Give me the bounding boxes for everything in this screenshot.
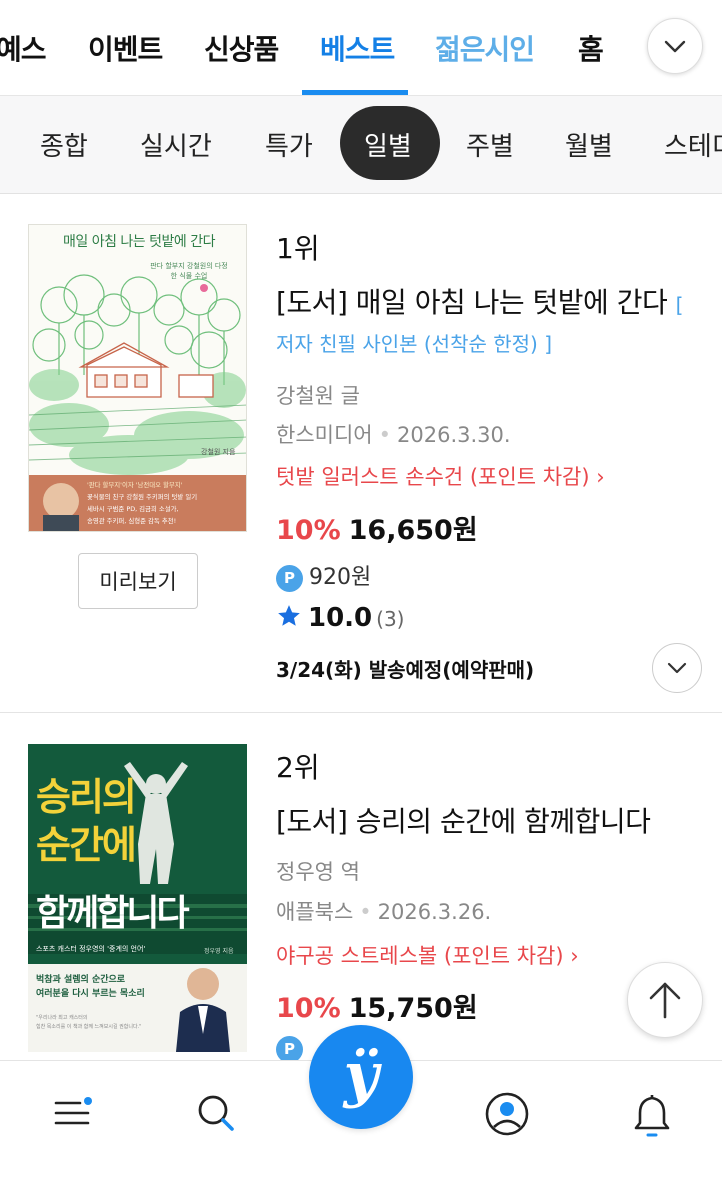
- book-cover-2[interactable]: 승리의 순간에 함께합니다 스포츠 캐스터 정우영의 '중계의 언어' 정우영 …: [28, 744, 247, 1052]
- top-tab-yes[interactable]: 예스: [0, 28, 47, 68]
- points-icon: P: [276, 1036, 303, 1060]
- book-cover-1[interactable]: 매일 아침 나는 텃밭에 간다 판다 할부지 강철원의 다정한 식물 수업 강철…: [28, 224, 247, 532]
- cover-band-line: 세바시 구범준 PD, 김금희 소설가,: [87, 505, 179, 513]
- book-subtitle: 저자 친필 사인본 (선착순 한정) ]: [276, 332, 552, 356]
- sub-tab-overall[interactable]: 종합: [40, 126, 88, 163]
- notification-button[interactable]: [630, 1091, 674, 1137]
- book-title-text[interactable]: [도서] 매일 아침 나는 텃밭에 간다: [276, 286, 668, 319]
- publisher[interactable]: 한스미디어: [276, 423, 373, 447]
- sale-price: 15,750원: [348, 993, 478, 1024]
- sale-price: 16,650원: [348, 515, 478, 546]
- price-row: 10% 16,650원: [276, 508, 478, 547]
- sub-tab-daily[interactable]: 일별: [364, 126, 412, 163]
- rating-score: 10.0: [308, 603, 373, 633]
- rating-count: (3): [376, 607, 405, 631]
- top-category-nav: 예스 이벤트 신상품 베스트 젊은시인 홈 도: [0, 0, 722, 96]
- top-tab-young-poet[interactable]: 젊은시인: [435, 28, 535, 68]
- points-row: P 920원: [276, 559, 371, 592]
- points-value: 920원: [309, 565, 372, 590]
- cover-tagline: 스포츠 캐스터 정우영의 '중계의 언어': [36, 945, 146, 953]
- cover-footnote-line: 힘찬 목소리를 이 책과 함께 느껴보시길 권합니다.": [36, 1024, 142, 1030]
- sub-tab-steady[interactable]: 스테디: [664, 126, 722, 163]
- preview-button[interactable]: 미리보기: [78, 553, 198, 609]
- book-title[interactable]: [도서] 매일 아침 나는 텃밭에 간다 [: [276, 281, 683, 321]
- user-icon: [485, 1092, 529, 1136]
- search-icon: [198, 1095, 234, 1131]
- cover-tagline: 판다 할부지 강철원의 다정한 식물 수업: [150, 262, 228, 280]
- cover-band-line: 꽃식물의 친구 강철원 주키퍼의 텃밭 일기: [87, 493, 198, 501]
- book-list-item: 매일 아침 나는 텃밭에 간다 판다 할부지 강철원의 다정한 식물 수업 강철…: [0, 195, 722, 713]
- sub-tab-monthly[interactable]: 월별: [565, 126, 613, 163]
- book-list-item: 승리의 순간에 함께합니다 스포츠 캐스터 정우영의 '중계의 언어' 정우영 …: [0, 714, 722, 1060]
- menu-icon: [54, 1097, 92, 1125]
- cover-band-line: '판다 할부지'이자 '남전대오 할부지': [87, 481, 183, 489]
- cover-title-line: 승리의: [36, 775, 137, 819]
- sub-tab-special[interactable]: 특가: [265, 126, 313, 163]
- subtitle-open-bracket: [: [675, 293, 684, 317]
- book-author[interactable]: 정우영 역: [276, 856, 360, 886]
- chevron-down-icon: [664, 40, 686, 53]
- chevron-down-icon: [667, 662, 687, 674]
- cover-band-text: '판다 할부지'이자 '남전대오 할부지' 꽃식물의 친구 강철원 주키퍼의 텃…: [87, 479, 245, 527]
- rating-row[interactable]: 10.0 (3): [276, 603, 405, 633]
- book-author[interactable]: 강철원 글: [276, 380, 360, 410]
- publisher[interactable]: 애플북스: [276, 900, 353, 924]
- home-logo-button[interactable]: ÿ: [309, 1025, 413, 1129]
- shipping-info: 3/24(화) 발송예정(예약판매): [276, 658, 535, 682]
- scroll-to-top-button[interactable]: [627, 962, 703, 1038]
- book-publisher-date: 한스미디어 • 2026.3.30.: [276, 423, 511, 447]
- period-sub-nav: 종합 실시간 특가 일별 주별 월별 스테디: [0, 96, 722, 194]
- menu-button[interactable]: [52, 1091, 96, 1135]
- gift-event-link[interactable]: 텃밭 일러스트 손수건 (포인트 차감) ›: [276, 461, 605, 491]
- top-tab-new[interactable]: 신상품: [204, 28, 279, 68]
- sub-tab-realtime[interactable]: 실시간: [140, 126, 212, 163]
- cover-title-line: 순간에: [36, 823, 137, 867]
- gift-event-link[interactable]: 야구공 스트레스볼 (포인트 차감) ›: [276, 940, 579, 970]
- publish-date: 2026.3.30.: [397, 423, 511, 447]
- discount-rate: 10%: [276, 993, 341, 1024]
- yes24-logo-icon: ÿ: [343, 1040, 379, 1110]
- discount-rate: 10%: [276, 515, 341, 546]
- active-tab-underline: [302, 90, 408, 95]
- price-row: 10% 15,750원: [276, 986, 478, 1025]
- book-title[interactable]: [도서] 승리의 순간에 함께합니다: [276, 800, 651, 840]
- cover-author: 정우영 지음: [204, 948, 234, 955]
- arrow-up-icon: [649, 982, 681, 1019]
- points-row-partial: P: [276, 1036, 309, 1060]
- rank-label: 2위: [276, 751, 320, 784]
- publish-date: 2026.3.26.: [377, 900, 492, 924]
- cover-quote-line: 벅참과 설렘의 순간으로: [36, 975, 126, 985]
- sub-tab-weekly[interactable]: 주별: [466, 126, 514, 163]
- rank-label: 1위: [276, 232, 320, 265]
- my-page-button[interactable]: [484, 1091, 529, 1136]
- bell-icon: [634, 1094, 670, 1137]
- top-tab-event[interactable]: 이벤트: [88, 28, 163, 68]
- cover-title: 매일 아침 나는 텃밭에 간다: [63, 234, 215, 250]
- cover-footnote-line: "우리나라 최고 캐스터의: [36, 1015, 88, 1021]
- book-publisher-date: 애플북스 • 2026.3.26.: [276, 900, 492, 924]
- search-button[interactable]: [194, 1091, 238, 1135]
- cover-title-line: 함께합니다: [36, 893, 190, 934]
- cover-band-line: 송영관 주키퍼, 심형준 감독 추천!: [87, 517, 177, 525]
- points-icon: P: [276, 564, 303, 592]
- top-tab-best[interactable]: 베스트: [320, 28, 395, 68]
- cover-quote-line: 여러분을 다시 부르는 목소리: [36, 989, 145, 999]
- expand-details-button[interactable]: [652, 643, 702, 693]
- cover-author: 강철원 지음: [201, 448, 236, 456]
- top-tab-home[interactable]: 홈: [578, 28, 604, 68]
- expand-tabs-button[interactable]: [647, 18, 703, 74]
- star-icon: [278, 605, 300, 626]
